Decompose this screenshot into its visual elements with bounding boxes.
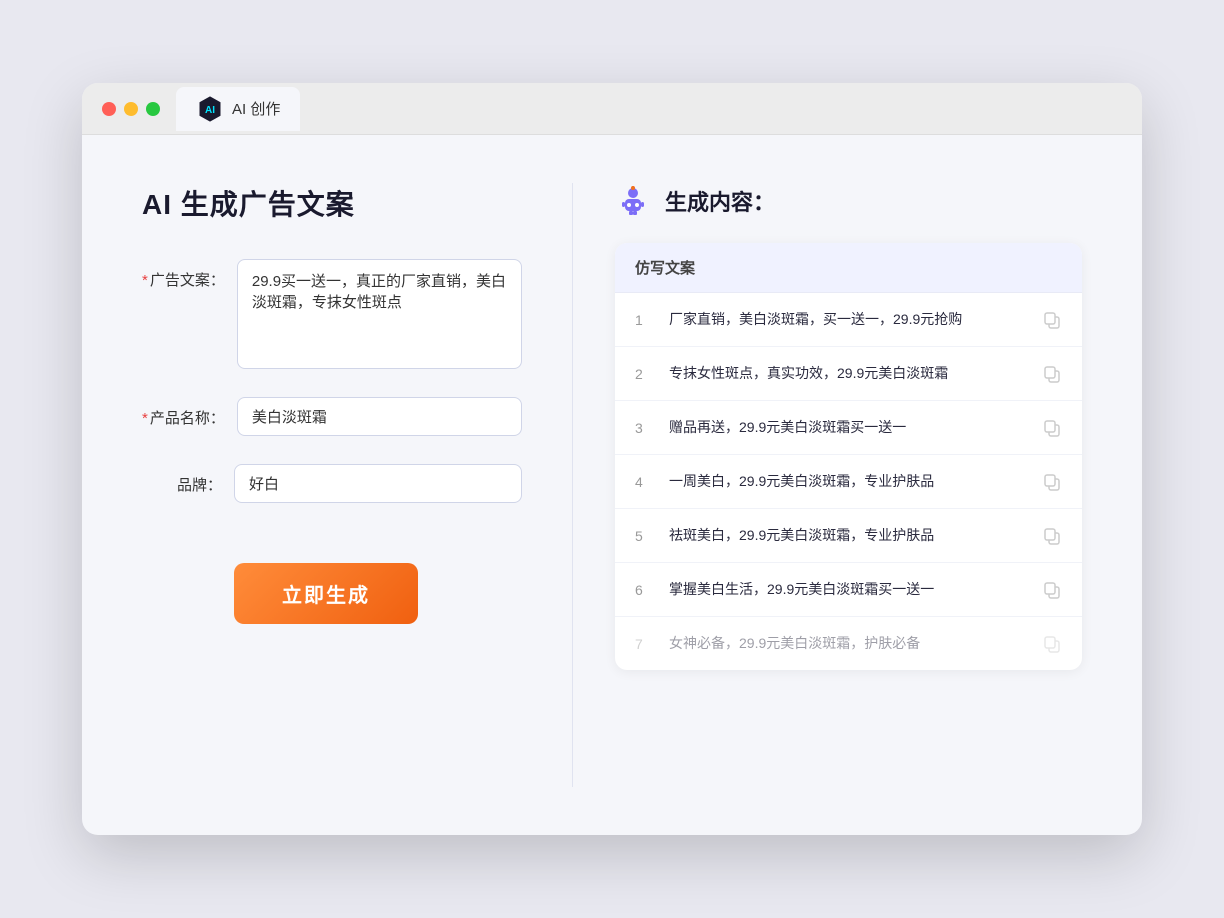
result-row: 6 掌握美白生活，29.9元美白淡斑霜买一送一 bbox=[615, 563, 1082, 617]
row-text: 厂家直销，美白淡斑霜，买一送一，29.9元抢购 bbox=[669, 309, 1028, 330]
copy-icon[interactable] bbox=[1042, 634, 1062, 654]
result-row: 2 专抹女性斑点，真实功效，29.9元美白淡斑霜 bbox=[615, 347, 1082, 401]
row-text: 一周美白，29.9元美白淡斑霜，专业护肤品 bbox=[669, 471, 1028, 492]
ad-copy-group: *广告文案： 29.9买一送一，真正的厂家直销，美白淡斑霜，专抹女性斑点 bbox=[142, 259, 522, 369]
row-number: 3 bbox=[635, 420, 655, 436]
maximize-button[interactable] bbox=[146, 102, 160, 116]
copy-icon[interactable] bbox=[1042, 364, 1062, 384]
product-name-group: *产品名称： bbox=[142, 397, 522, 436]
copy-icon[interactable] bbox=[1042, 526, 1062, 546]
brand-input[interactable] bbox=[234, 464, 522, 503]
row-text: 女神必备，29.9元美白淡斑霜，护肤必备 bbox=[669, 633, 1028, 654]
results-header: 仿写文案 bbox=[615, 243, 1082, 293]
row-text: 专抹女性斑点，真实功效，29.9元美白淡斑霜 bbox=[669, 363, 1028, 384]
right-title: 生成内容： bbox=[665, 185, 775, 217]
right-panel: 生成内容： 仿写文案 1 厂家直销，美白淡斑霜，买一送一，29.9元抢购 2 专抹女… bbox=[583, 183, 1082, 787]
row-number: 4 bbox=[635, 474, 655, 490]
page-title: AI 生成广告文案 bbox=[142, 183, 522, 223]
row-number: 6 bbox=[635, 582, 655, 598]
row-number: 1 bbox=[635, 312, 655, 328]
brand-label: 品牌： bbox=[142, 464, 222, 495]
ad-copy-input[interactable]: 29.9买一送一，真正的厂家直销，美白淡斑霜，专抹女性斑点 bbox=[237, 259, 522, 369]
ai-badge-icon: AI bbox=[196, 95, 224, 123]
result-row: 3 赠品再送，29.9元美白淡斑霜买一送一 bbox=[615, 401, 1082, 455]
result-row: 4 一周美白，29.9元美白淡斑霜，专业护肤品 bbox=[615, 455, 1082, 509]
panel-divider bbox=[572, 183, 573, 787]
window-controls bbox=[102, 102, 160, 116]
tab-label: AI 创作 bbox=[232, 98, 280, 119]
copy-icon[interactable] bbox=[1042, 580, 1062, 600]
product-name-input[interactable] bbox=[237, 397, 522, 436]
row-number: 2 bbox=[635, 366, 655, 382]
copy-icon[interactable] bbox=[1042, 472, 1062, 492]
brand-group: 品牌： bbox=[142, 464, 522, 503]
ad-copy-label: *广告文案： bbox=[142, 259, 225, 290]
results-container: 仿写文案 1 厂家直销，美白淡斑霜，买一送一，29.9元抢购 2 专抹女性斑点，真实… bbox=[615, 243, 1082, 670]
generate-button[interactable]: 立即生成 bbox=[234, 563, 418, 624]
results-list: 1 厂家直销，美白淡斑霜，买一送一，29.9元抢购 2 专抹女性斑点，真实功效，29… bbox=[615, 293, 1082, 670]
result-row: 7 女神必备，29.9元美白淡斑霜，护肤必备 bbox=[615, 617, 1082, 670]
result-row: 1 厂家直销，美白淡斑霜，买一送一，29.9元抢购 bbox=[615, 293, 1082, 347]
robot-icon bbox=[615, 183, 651, 219]
minimize-button[interactable] bbox=[124, 102, 138, 116]
browser-window: AI AI 创作 AI 生成广告文案 *广告文案： 29.9买一送一，真正的厂家… bbox=[82, 83, 1142, 835]
result-row: 5 祛斑美白，29.9元美白淡斑霜，专业护肤品 bbox=[615, 509, 1082, 563]
ai-tab[interactable]: AI AI 创作 bbox=[176, 87, 300, 131]
content-area: AI 生成广告文案 *广告文案： 29.9买一送一，真正的厂家直销，美白淡斑霜，… bbox=[82, 135, 1142, 835]
required-mark-product: * bbox=[142, 410, 148, 427]
product-name-label: *产品名称： bbox=[142, 397, 225, 428]
svg-text:AI: AI bbox=[205, 105, 215, 116]
row-text: 赠品再送，29.9元美白淡斑霜买一送一 bbox=[669, 417, 1028, 438]
required-mark-ad: * bbox=[142, 272, 148, 289]
copy-icon[interactable] bbox=[1042, 418, 1062, 438]
row-text: 掌握美白生活，29.9元美白淡斑霜买一送一 bbox=[669, 579, 1028, 600]
row-number: 7 bbox=[635, 636, 655, 652]
row-number: 5 bbox=[635, 528, 655, 544]
right-header: 生成内容： bbox=[615, 183, 1082, 219]
left-panel: AI 生成广告文案 *广告文案： 29.9买一送一，真正的厂家直销，美白淡斑霜，… bbox=[142, 183, 562, 787]
title-bar: AI AI 创作 bbox=[82, 83, 1142, 135]
copy-icon[interactable] bbox=[1042, 310, 1062, 330]
close-button[interactable] bbox=[102, 102, 116, 116]
row-text: 祛斑美白，29.9元美白淡斑霜，专业护肤品 bbox=[669, 525, 1028, 546]
